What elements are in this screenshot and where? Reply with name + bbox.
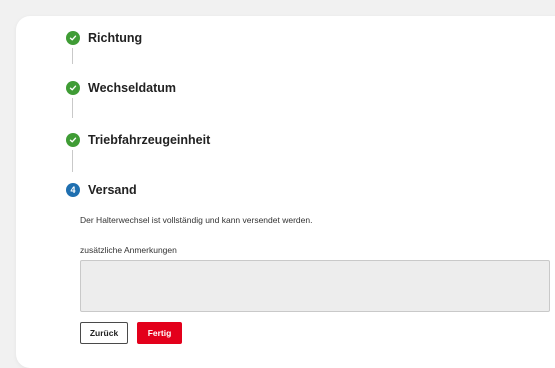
check-icon	[66, 31, 80, 45]
info-text: Der Halterwechsel ist vollständig und ka…	[80, 215, 313, 225]
remarks-label: zusätzliche Anmerkungen	[80, 245, 177, 255]
step-label: Triebfahrzeugeinheit	[88, 133, 211, 147]
step-connector	[72, 48, 73, 64]
step-triebfahrzeugeinheit[interactable]: Triebfahrzeugeinheit	[66, 132, 210, 148]
wizard-card: Richtung Wechseldatum Triebfahrzeugeinhe…	[16, 16, 555, 368]
step-versand[interactable]: 4 Versand	[66, 182, 137, 198]
step-connector	[72, 150, 73, 172]
remarks-textarea[interactable]	[80, 260, 550, 312]
step-richtung[interactable]: Richtung	[66, 30, 142, 46]
check-icon	[66, 133, 80, 147]
step-label: Richtung	[88, 31, 143, 45]
step-label: Versand	[88, 183, 137, 197]
done-button[interactable]: Fertig	[137, 322, 182, 344]
step-wechseldatum[interactable]: Wechseldatum	[66, 80, 176, 96]
step-connector	[72, 98, 73, 118]
step-number: 4	[70, 184, 76, 195]
step-label: Wechseldatum	[88, 81, 176, 95]
check-icon	[66, 81, 80, 95]
step-number-badge: 4	[66, 183, 80, 197]
back-button[interactable]: Zurück	[80, 322, 128, 344]
